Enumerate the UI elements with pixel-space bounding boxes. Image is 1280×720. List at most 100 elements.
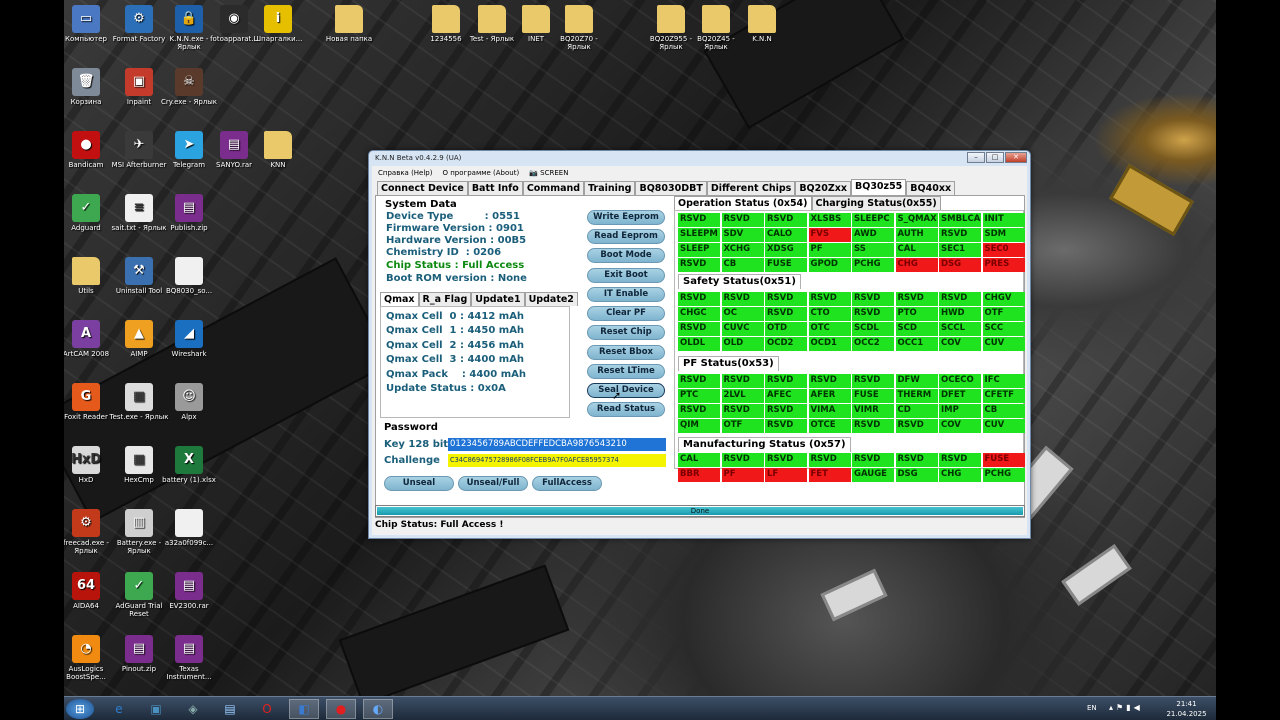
pf-status-flag: RSVD xyxy=(808,374,851,388)
knn-task-icon[interactable]: ◧ xyxy=(289,699,319,719)
qmax-cell-0: Qmax Cell 0 : 4412 mAh xyxy=(386,311,525,322)
tab-qmax[interactable]: Qmax xyxy=(380,292,419,306)
boot-mode-button[interactable]: Boot Mode xyxy=(587,248,665,263)
hxd-task-icon[interactable]: ◈ xyxy=(178,699,208,719)
unseal-full-button[interactable]: Unseal/Full xyxy=(458,476,528,491)
operation-status-flag: XDSG xyxy=(765,243,807,257)
pf-status-flag: OTCE xyxy=(808,419,851,433)
close-button[interactable]: ✕ xyxy=(1005,152,1027,163)
desktop-icon[interactable]: Новая папка xyxy=(319,5,379,43)
reset-ltime-button[interactable]: Reset LTime xyxy=(587,364,665,379)
tab-bq30z55[interactable]: BQ30z55 xyxy=(851,179,907,195)
safety-status-flag: OCC2 xyxy=(852,337,894,351)
tab-operation-status[interactable]: Operation Status (0x54) xyxy=(674,196,812,210)
desktop-icon[interactable]: ▤ Publish.zip xyxy=(159,194,219,232)
hexcmp-icon: ▦ xyxy=(125,446,153,474)
tab-bq8030dbt[interactable]: BQ8030DBT xyxy=(635,181,707,195)
desktop-icon-label: Cry.exe - Ярлык xyxy=(160,98,218,106)
hxd-icon: HxD xyxy=(71,446,101,474)
taskbar: ⊞ e ▣ ◈ ▤ O ◧ ● ◐ EN ▴⚑▮◀ 21:41 21.04.2025 xyxy=(64,696,1216,720)
explorer-icon[interactable]: ▣ xyxy=(141,699,171,719)
read-eeprom-button[interactable]: Read Eeprom xyxy=(587,229,665,244)
safety-status-flag: OCD2 xyxy=(765,337,807,351)
full-access-button[interactable]: FullAccess xyxy=(532,476,602,491)
operation-status-flag: PCHG xyxy=(852,258,894,272)
operation-status-flag: SDV xyxy=(721,228,764,242)
read-status-button[interactable]: Read Status xyxy=(587,402,665,417)
opera-icon[interactable]: O xyxy=(252,699,282,719)
cry-icon: ☠ xyxy=(175,68,203,96)
desktop-icon[interactable]: i Шпаргалки... xyxy=(248,5,308,43)
challenge-input[interactable]: C34C869475728986F08FCEB9A7F0AFCE85957374 xyxy=(448,454,666,467)
operation-status-flag: SEC0 xyxy=(982,243,1025,257)
unseal-button[interactable]: Unseal xyxy=(384,476,454,491)
clock[interactable]: 21:41 21.04.2025 xyxy=(1164,699,1209,719)
desktop-icon[interactable]: ▤ EV2300.rar xyxy=(159,572,219,610)
desktop-icon[interactable]: KNN xyxy=(248,131,308,169)
tab-batt-info[interactable]: Batt Info xyxy=(467,181,523,195)
exit-boot-button[interactable]: Exit Boot xyxy=(587,268,665,283)
desktop-icon[interactable]: ☠ Cry.exe - Ярлык xyxy=(159,68,219,106)
seal-device-button[interactable]: Seal Device xyxy=(587,383,665,398)
screen-task-icon[interactable]: ◐ xyxy=(363,699,393,719)
safety-status-flag: OC xyxy=(721,307,764,321)
mfg-status-flag: CAL xyxy=(678,453,720,467)
key-input[interactable]: 0123456789ABCDEFFEDCBA9876543210 xyxy=(448,438,666,451)
desktop-icon[interactable]: Xbattery (1).xlsx xyxy=(159,446,219,484)
mfg-status-title: Manufacturing Status (0x57) xyxy=(678,437,851,452)
desktop-icon-label: Новая папка xyxy=(325,35,373,43)
desktop-icon-label: EV2300.rar xyxy=(169,602,209,610)
tab-bq20zxx[interactable]: BQ20Zxx xyxy=(795,181,851,195)
safety-status-flag: SCC xyxy=(982,322,1025,336)
title-bar[interactable]: K.N.N Beta v0.4.2.9 (UA) – □ ✕ xyxy=(369,151,1030,166)
write-eeprom-button[interactable]: Write Eeprom xyxy=(587,210,665,225)
desktop-icon[interactable]: ▤ Texas Instrument... xyxy=(159,635,219,681)
desktop-icon[interactable]: BQ20Z70 - Ярлык xyxy=(549,5,609,51)
mfg-status-grid: CAL RSVD RSVD RSVD RSVD RSVD RSVD FUSE BBR PF LF FE… xyxy=(678,453,1025,482)
ie-icon[interactable]: e xyxy=(104,699,134,719)
clear-pf-button[interactable]: Clear PF xyxy=(587,306,665,321)
desktop-icon-label: Alpx xyxy=(181,413,197,421)
tab-charging-status[interactable]: Charging Status(0x55) xyxy=(811,196,941,210)
tray-icons[interactable]: ▴⚑▮◀ xyxy=(1109,703,1143,712)
desktop-icon[interactable]: BQ8030_so... xyxy=(159,257,219,295)
status-bar: Chip Status: Full Access ! xyxy=(375,520,504,530)
desktop-icon[interactable]: K.N.N xyxy=(732,5,792,43)
auslogics-icon: ◔ xyxy=(72,635,100,663)
safety-status-title: Safety Status(0x51) xyxy=(678,274,801,289)
mfg-status-flag: GAUGE xyxy=(852,468,894,482)
maximize-button[interactable]: □ xyxy=(986,152,1004,163)
notepad-icon[interactable]: ▤ xyxy=(215,699,245,719)
archive-icon: ▤ xyxy=(220,131,248,159)
bandicam-task-icon[interactable]: ● xyxy=(326,699,356,719)
tab-update1[interactable]: Update1 xyxy=(471,292,525,306)
adguard-icon: ✓ xyxy=(72,194,100,222)
tab-ra-flag[interactable]: R_a Flag xyxy=(418,292,472,306)
boot-rom-value: Boot ROM version : None xyxy=(386,273,527,284)
mfg-status-flag: FUSE xyxy=(982,453,1025,467)
pf-status-flag: FUSE xyxy=(852,389,894,403)
desktop-icon-label: K.N.N xyxy=(752,35,772,43)
desktop-icon[interactable]: ☺ Alpx xyxy=(159,383,219,421)
reset-bbox-button[interactable]: Reset Bbox xyxy=(587,345,665,360)
language-indicator[interactable]: EN xyxy=(1087,704,1097,712)
desktop-icon[interactable]: a32a0f099c... xyxy=(159,509,219,547)
it-enable-button[interactable]: IT Enable xyxy=(587,287,665,302)
desktop-icon[interactable]: ◢ Wireshark xyxy=(159,320,219,358)
menu-help[interactable]: Справка (Help) xyxy=(378,169,433,177)
pf-status-flag: PTC xyxy=(678,389,720,403)
minimize-button[interactable]: – xyxy=(967,152,985,163)
menu-about[interactable]: О программе (About) xyxy=(443,169,520,177)
start-button[interactable]: ⊞ xyxy=(66,699,94,719)
tab-bq40xx[interactable]: BQ40xx xyxy=(906,181,956,195)
tab-command[interactable]: Command xyxy=(522,181,585,195)
tab-connect-device[interactable]: Connect Device xyxy=(377,181,468,195)
menu-screen[interactable]: 📷 SCREEN xyxy=(529,169,568,177)
desktop: ▭ Компьютер ⚙ Format Factory 🔒 K.N.N.exe - Яр… xyxy=(64,0,1216,720)
tab-update2[interactable]: Update2 xyxy=(524,292,578,306)
knn-window[interactable]: K.N.N Beta v0.4.2.9 (UA) – □ ✕ Справка (… xyxy=(368,150,1031,539)
pf-status-flag: CB xyxy=(982,404,1025,418)
tab-training[interactable]: Training xyxy=(584,181,636,195)
reset-chip-button[interactable]: Reset Chip xyxy=(587,325,665,340)
tab-different-chips[interactable]: Different Chips xyxy=(706,181,796,195)
